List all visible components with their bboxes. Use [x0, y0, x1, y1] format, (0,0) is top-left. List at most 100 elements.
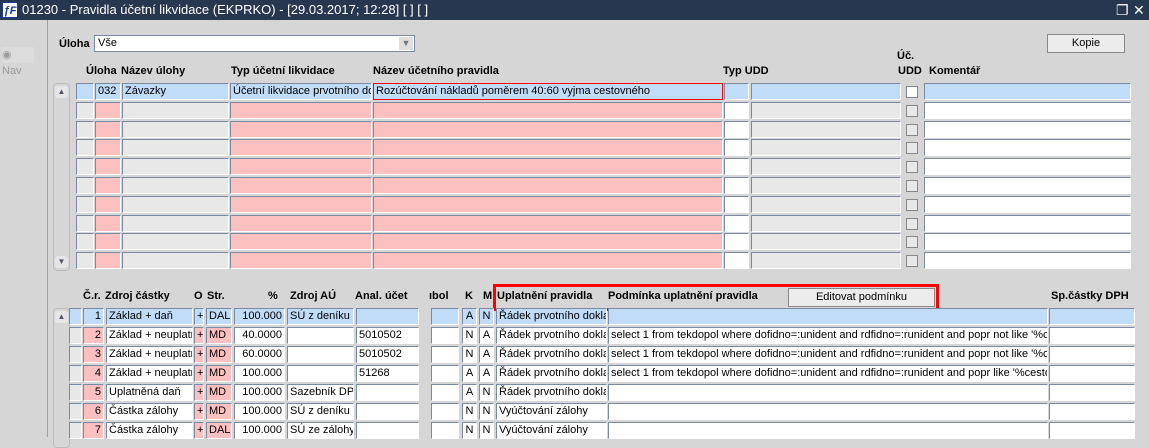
m-cell[interactable]: N: [479, 384, 494, 401]
nazev-pravidla-cell[interactable]: [373, 120, 723, 138]
sp-castky-cell[interactable]: [1049, 403, 1135, 420]
cr-cell[interactable]: 4: [83, 365, 104, 382]
nazev-pravidla-cell[interactable]: [373, 233, 723, 251]
k-cell[interactable]: A: [462, 384, 477, 401]
symbol-cell[interactable]: [431, 308, 459, 325]
o-cell[interactable]: +: [194, 422, 204, 439]
zdroj-cell[interactable]: Částka zálohy: [106, 422, 193, 439]
uplatneni-cell[interactable]: Řádek prvotního dokla: [496, 365, 607, 382]
o-cell[interactable]: +: [194, 346, 204, 363]
cr-cell[interactable]: 2: [83, 327, 104, 344]
nazev-pravidla-cell[interactable]: [373, 101, 723, 119]
typ-udd-cell[interactable]: [724, 214, 749, 232]
symbol-cell[interactable]: [431, 384, 459, 401]
row-selector[interactable]: [76, 158, 94, 176]
chevron-down-icon[interactable]: ▼: [399, 37, 413, 50]
row-selector[interactable]: [76, 177, 94, 194]
row-selector[interactable]: [76, 83, 94, 100]
typ-cell[interactable]: [230, 101, 372, 119]
nazev-ulohy-cell[interactable]: [122, 233, 229, 251]
m-cell[interactable]: A: [479, 365, 494, 382]
uloha-cell[interactable]: [95, 177, 121, 194]
o-cell[interactable]: +: [194, 327, 204, 344]
podminka-cell[interactable]: select 1 from tekdopol where dofidno=:un…: [608, 327, 1048, 344]
uloha-cell[interactable]: [95, 158, 121, 176]
sp-castky-cell[interactable]: [1049, 384, 1135, 401]
komentar-cell[interactable]: [924, 214, 1131, 232]
cr-cell[interactable]: 1: [83, 308, 104, 325]
row-selector[interactable]: [69, 403, 82, 420]
zdroj-cell[interactable]: Základ + daň: [106, 308, 193, 325]
zdroj-cell[interactable]: Částka zálohy: [106, 403, 193, 420]
typ-udd-cell[interactable]: [724, 83, 749, 100]
komentar-cell[interactable]: [924, 195, 1131, 213]
typ-udd-name-cell[interactable]: [751, 195, 901, 213]
typ-udd-cell[interactable]: [724, 252, 749, 270]
pct-cell[interactable]: 100.000: [234, 403, 285, 420]
restore-icon[interactable]: ❐: [1116, 0, 1129, 20]
zdroj-cell[interactable]: Základ + neuplatr: [106, 346, 193, 363]
komentar-cell[interactable]: [924, 252, 1131, 270]
nazev-pravidla-cell[interactable]: [373, 158, 723, 176]
uplatneni-cell[interactable]: Vyúčtování zálohy: [496, 422, 607, 439]
zdroj-au-cell[interactable]: SÚ z deníku: [287, 308, 354, 325]
podminka-cell[interactable]: [608, 384, 1048, 401]
row-selector[interactable]: [76, 139, 94, 157]
row-selector[interactable]: [69, 308, 82, 325]
uloha-cell[interactable]: [95, 101, 121, 119]
uc-udd-checkbox[interactable]: [906, 86, 918, 98]
m-cell[interactable]: N: [479, 403, 494, 420]
row-selector[interactable]: [69, 327, 82, 344]
row-selector[interactable]: [69, 365, 82, 382]
k-cell[interactable]: A: [462, 308, 477, 325]
k-cell[interactable]: A: [462, 365, 477, 382]
podminka-cell[interactable]: select 1 from tekdopol where dofidno=:un…: [608, 365, 1048, 382]
typ-udd-cell[interactable]: [724, 101, 749, 119]
nazev-pravidla-cell[interactable]: [373, 177, 723, 194]
uplatneni-cell[interactable]: Vyúčtování zálohy: [496, 403, 607, 420]
komentar-cell[interactable]: [924, 233, 1131, 251]
pct-cell[interactable]: 100.000: [234, 422, 285, 439]
pct-cell[interactable]: 40.0000: [234, 327, 285, 344]
cr-cell[interactable]: 5: [83, 384, 104, 401]
komentar-cell[interactable]: [924, 139, 1131, 157]
uloha-cell[interactable]: [95, 233, 121, 251]
row-selector[interactable]: [76, 101, 94, 119]
typ-udd-cell[interactable]: [724, 120, 749, 138]
uloha-cell[interactable]: [95, 120, 121, 138]
m-cell[interactable]: A: [479, 327, 494, 344]
scroll-up-icon[interactable]: ▲: [55, 311, 68, 323]
sp-castky-cell[interactable]: [1049, 327, 1135, 344]
nazev-ulohy-cell[interactable]: [122, 101, 229, 119]
komentar-cell[interactable]: [924, 120, 1131, 138]
symbol-cell[interactable]: [431, 327, 459, 344]
uc-udd-checkbox[interactable]: [906, 142, 918, 155]
sp-castky-cell[interactable]: [1049, 346, 1135, 363]
podminka-cell[interactable]: [608, 308, 1048, 325]
pct-cell[interactable]: 60.0000: [234, 346, 285, 363]
symbol-cell[interactable]: [431, 346, 459, 363]
str-cell[interactable]: MD: [206, 365, 232, 382]
typ-udd-name-cell[interactable]: [751, 139, 901, 157]
anal-cell[interactable]: 51268: [356, 365, 419, 382]
typ-cell[interactable]: [230, 214, 372, 232]
uc-udd-checkbox[interactable]: [906, 180, 918, 192]
anal-cell[interactable]: 5010502: [356, 327, 419, 344]
row-selector[interactable]: [76, 252, 94, 270]
uplatneni-cell[interactable]: Řádek prvotního dokla: [496, 308, 607, 325]
o-cell[interactable]: +: [194, 384, 204, 401]
komentar-cell[interactable]: [924, 83, 1131, 100]
typ-udd-cell[interactable]: [724, 195, 749, 213]
uloha-cell[interactable]: [95, 195, 121, 213]
typ-cell[interactable]: [230, 252, 372, 270]
row-selector[interactable]: [76, 195, 94, 213]
m-cell[interactable]: N: [479, 422, 494, 439]
podminka-cell[interactable]: select 1 from tekdopol where dofidno=:un…: [608, 346, 1048, 363]
anal-cell[interactable]: [356, 422, 419, 439]
row-selector[interactable]: [76, 120, 94, 138]
str-cell[interactable]: DAL: [206, 308, 232, 325]
o-cell[interactable]: +: [194, 403, 204, 420]
nazev-ulohy-cell[interactable]: Závazky: [122, 83, 229, 100]
typ-udd-name-cell[interactable]: [751, 252, 901, 270]
bottom-grid-scrollbar[interactable]: ▲: [53, 308, 70, 448]
